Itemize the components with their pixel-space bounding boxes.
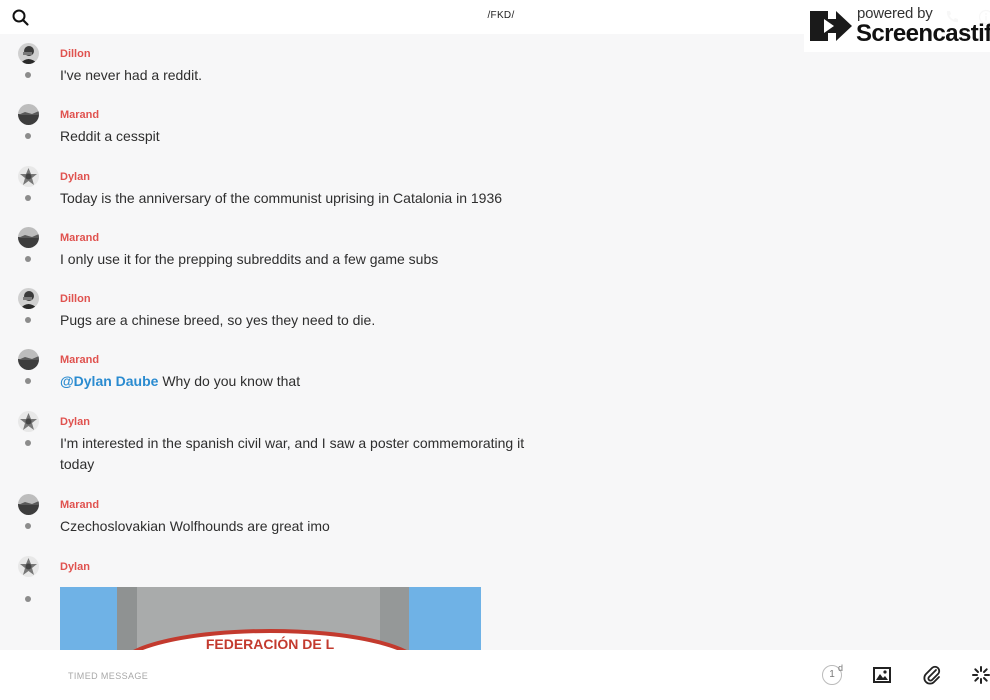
avatar[interactable] [18,227,39,248]
message-text: Today is the anniversary of the communis… [60,190,503,206]
status-dot [25,378,31,384]
user-mention[interactable]: @Dylan Daube [60,373,158,389]
message-text: Pugs are a chinese breed, so yes they ne… [60,312,376,328]
status-dot [25,195,31,201]
status-dot [25,317,31,323]
image-icon[interactable] [871,664,893,686]
message-text: @Dylan Daube Why do you know that [60,371,550,392]
status-dot [25,596,31,602]
status-dot [25,72,31,78]
message-text: I only use it for the prepping subreddit… [60,251,439,267]
message-photo[interactable]: FEDERACIÓN DE L [60,587,481,650]
avatar[interactable] [18,411,39,432]
message-item: Marand @Dylan Daube Why do you know that [0,349,600,399]
message-author[interactable]: Dylan [60,416,90,428]
avatar[interactable] [18,556,39,577]
message-item: Dylan Today is the anniversary of the co… [0,166,600,216]
message-author[interactable]: Marand [60,354,99,366]
message-item: Dylan I'm interested in the spanish civi… [0,411,600,481]
message-item: Marand Czechoslovakian Wolfhounds are gr… [0,494,600,544]
message-item: Marand I only use it for the prepping su… [0,227,600,277]
message-author[interactable]: Dillon [60,48,91,60]
status-dot [25,440,31,446]
chat-app: /FKD/ powered by Screencastify Dillon I'… [0,0,990,700]
photo-sign-text: FEDERACIÓN DE L [206,635,335,650]
message-item: Dillon Pugs are a chinese breed, so yes … [0,288,600,338]
composer-bar: 1 d [0,650,990,700]
status-dot [25,133,31,139]
avatar[interactable] [18,166,39,187]
message-text: Czechoslovakian Wolfhounds are great imo [60,518,330,534]
message-item: Marand Reddit a cesspit [0,104,600,154]
message-author[interactable]: Dylan [60,171,90,183]
status-dot [25,256,31,262]
message-author[interactable]: Marand [60,109,99,121]
message-author[interactable]: Dillon [60,293,91,305]
avatar[interactable] [18,288,39,309]
message-author[interactable]: Dylan [60,561,90,573]
message-feed[interactable]: Dillon I've never had a reddit. Marand R… [0,34,990,650]
message-item: Dillon I've never had a reddit. [0,43,600,93]
message-text: I've never had a reddit. [60,67,202,83]
message-input[interactable] [60,667,776,685]
message-text-body: Why do you know that [158,373,301,389]
loading-spinner-icon[interactable] [970,664,990,686]
avatar[interactable] [18,43,39,64]
status-dot [25,523,31,529]
message-author[interactable]: Marand [60,499,99,511]
message-text: Reddit a cesspit [60,128,160,144]
message-text: I'm interested in the spanish civil war,… [60,435,525,472]
timer-unit: d [838,663,844,673]
message-author[interactable]: Marand [60,232,99,244]
avatar[interactable] [18,104,39,125]
attachment-icon[interactable] [921,664,943,686]
avatar[interactable] [18,349,39,370]
avatar[interactable] [18,494,39,515]
